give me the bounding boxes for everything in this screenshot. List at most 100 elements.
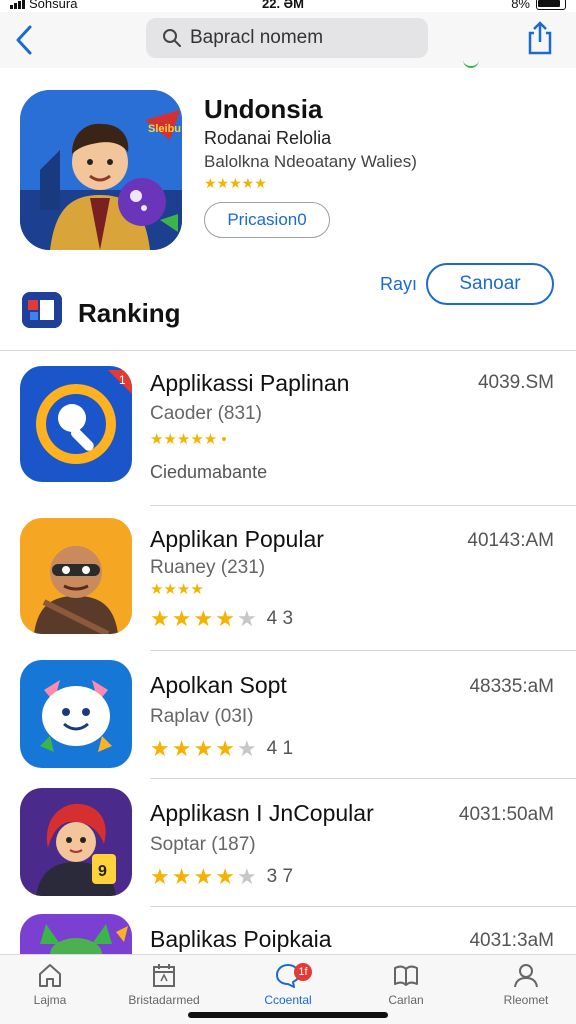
app-rating-stars: ★ ★ ★ ★ ★ 4 3 <box>150 608 293 630</box>
app-3-artwork <box>20 660 132 768</box>
app-1-stars-text: ★★★★★ • <box>150 431 227 448</box>
tab-chat[interactable]: 1f Ccoental <box>240 961 336 1013</box>
back-button[interactable] <box>8 20 40 60</box>
star-icon: ★ <box>150 864 170 889</box>
book-icon <box>394 965 418 986</box>
status-bar: Sohsura 22. ƏM 8% <box>0 0 576 12</box>
app-icon-2[interactable] <box>20 518 132 634</box>
app-size: 4031:50aM <box>458 804 554 825</box>
app-5-artwork <box>20 914 132 954</box>
divider <box>150 778 576 779</box>
tab-home[interactable]: Lajma <box>2 961 98 1013</box>
divider <box>150 906 576 907</box>
tab-calendar[interactable]: Bristadarmed <box>116 961 212 1013</box>
star-icon: ★ <box>193 864 214 889</box>
star-icon: ★ <box>150 736 170 761</box>
app-1-icon-badge: 1 <box>119 373 126 387</box>
star-icon: ★ <box>193 606 214 631</box>
see-all-link[interactable]: Rayı <box>380 274 417 295</box>
tab-label: Carlan <box>388 993 424 1007</box>
app-name: Applikan Popular <box>150 526 324 552</box>
person-icon <box>514 964 538 988</box>
app-4-artwork: 9 <box>20 788 132 896</box>
star-icon: ★ <box>236 606 257 631</box>
star-icon: ★ <box>171 864 192 889</box>
search-icon <box>163 29 181 47</box>
battery-percent: 8% <box>511 0 530 11</box>
app-rating-stars: ★★★★★ • <box>150 432 227 447</box>
star-icon: ★ <box>215 864 235 889</box>
star-icon: ★ <box>215 736 235 761</box>
star-icon: ★ <box>150 606 170 631</box>
ranking-section-icon <box>22 292 62 328</box>
app-rating-stars: ★ ★ ★ ★ ★ 3 7 <box>150 866 293 888</box>
app-meta: Raplav (03I) <box>150 706 254 727</box>
status-time: 22. ƏM <box>262 0 304 11</box>
app-icon-5[interactable] <box>20 914 132 954</box>
app-size: 4039.SM <box>477 372 554 393</box>
divider <box>150 650 576 651</box>
hero-app-developer: Balolkna Ndeoatany Walies) <box>204 152 417 171</box>
app-size: 48335:aM <box>469 676 554 697</box>
tab-label: Ccoental <box>264 993 312 1007</box>
app-icon-3[interactable] <box>20 660 132 768</box>
star-icon: ★ <box>236 736 257 761</box>
share-icon <box>528 21 552 55</box>
star-icon: ★ <box>171 736 192 761</box>
signal-icon <box>10 0 25 9</box>
app-meta: Soptar (187) <box>150 834 256 855</box>
app-name: Apolkan Sopt <box>150 672 287 698</box>
app-4-icon-number: 9 <box>98 863 107 880</box>
rating-number: 4 3 <box>266 608 294 629</box>
chevron-left-icon <box>16 25 32 55</box>
star-icon: ★ <box>171 606 192 631</box>
divider <box>150 505 576 506</box>
star-icon: ★ <box>193 736 214 761</box>
home-indicator <box>188 1012 388 1018</box>
app-extra-text: Ciedumabante <box>150 462 268 482</box>
share-button[interactable] <box>524 18 556 58</box>
battery-icon <box>536 0 566 10</box>
search-text: Bapracl nomem <box>190 27 324 48</box>
app-icon-4[interactable]: 9 <box>20 788 132 896</box>
home-icon <box>39 964 61 987</box>
hero-character-illustration: Sleibu <box>20 90 182 250</box>
hero-app-icon[interactable]: Sleibu <box>20 90 182 250</box>
hero-app-subtitle: Rodanai Relolia <box>204 128 332 148</box>
app-small-stars: ★★★★ <box>150 582 204 597</box>
hero-action-button[interactable]: Pricasion0 <box>204 202 330 238</box>
app-2-small-stars-text: ★★★★ <box>150 581 204 598</box>
app-name: Applikasn I JnCopular <box>150 800 374 826</box>
app-size: 40143:AM <box>467 530 554 551</box>
app-size: 4031:3aM <box>469 930 554 951</box>
star-icon: ★ <box>236 864 257 889</box>
carrier-label: Sohsura <box>29 0 78 11</box>
navigation-bar: Bapracl nomem <box>0 12 576 68</box>
app-icon-1[interactable]: 1 <box>20 366 132 482</box>
app-2-artwork <box>20 518 132 634</box>
star-icon: ★ <box>215 606 235 631</box>
hero-app-title: Undonsia <box>204 94 323 124</box>
status-left: Sohsura <box>10 0 77 11</box>
rating-number: 4 1 <box>266 738 294 759</box>
section-action-button[interactable]: Sanoar <box>426 263 554 305</box>
tab-book[interactable]: Carlan <box>358 961 454 1013</box>
hero-rating-stars: ★★★★★ <box>204 175 267 191</box>
app-meta: Ruaney (231) <box>150 557 266 578</box>
section-title: Ranking <box>78 298 181 328</box>
app-name: Applikassi Paplinan <box>150 370 350 396</box>
tab-label: Rleomet <box>503 993 549 1007</box>
app-1-artwork: 1 <box>20 366 132 482</box>
search-field[interactable]: Bapracl nomem <box>146 18 428 58</box>
app-rating-stars: ★ ★ ★ ★ ★ 4 1 <box>150 738 293 760</box>
tab-label: Lajma <box>33 993 67 1007</box>
notification-badge: 1f <box>294 963 312 981</box>
rating-number: 3 7 <box>266 866 294 887</box>
tab-profile[interactable]: Rleomet <box>478 961 574 1013</box>
status-right: 8% <box>511 0 566 11</box>
app-meta: Caoder (831) <box>150 403 262 424</box>
tab-label: Bristadarmed <box>128 993 200 1007</box>
hero-icon-badge-text: Sleibu <box>148 123 181 135</box>
divider <box>0 350 576 351</box>
calendar-icon <box>153 964 175 987</box>
